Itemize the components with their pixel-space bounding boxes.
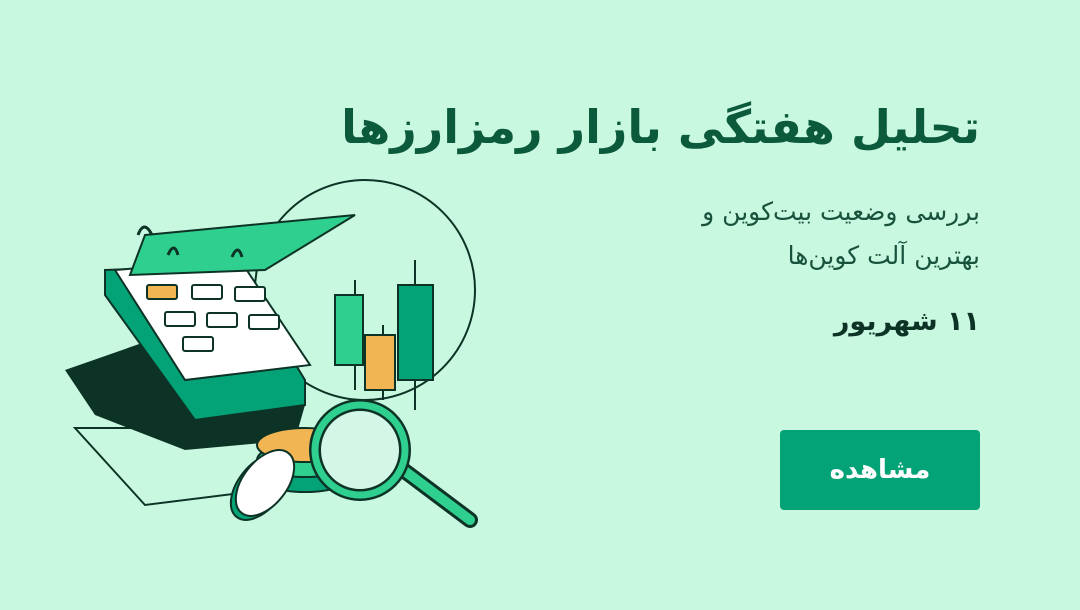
view-button[interactable]: مشاهده <box>780 430 980 510</box>
banner-subtitle: بررسی وضعیت بیت‌کوین و بهترین آلت کوین‌ه… <box>460 190 980 278</box>
subtitle-line-2: بهترین آلت کوین‌ها <box>787 241 980 270</box>
crypto-analysis-illustration <box>65 179 478 528</box>
banner-title: تحلیل هفتگی بازار رمزارزها <box>341 100 981 154</box>
subtitle-line-1: بررسی وضعیت بیت‌کوین و <box>702 197 980 226</box>
candlestick-chart-icon <box>334 260 434 410</box>
promo-banner: تحلیل هفتگی بازار رمزارزها بررسی وضعیت ب… <box>0 0 1080 610</box>
magnifying-glass-icon <box>309 399 478 528</box>
banner-date: ۱۱ شهریور <box>833 306 980 337</box>
